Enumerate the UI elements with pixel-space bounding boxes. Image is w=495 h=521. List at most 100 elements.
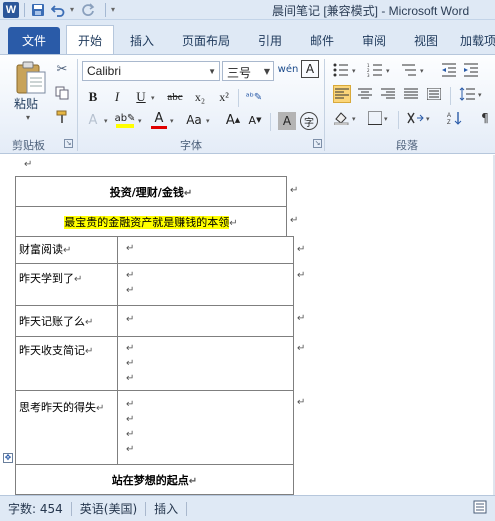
borders-dropdown-icon[interactable]: ▾ bbox=[384, 115, 388, 123]
chevron-down-icon: ▼ bbox=[263, 67, 270, 76]
borders-icon[interactable] bbox=[366, 109, 384, 127]
enclose-characters-button[interactable]: 字 bbox=[300, 112, 318, 130]
format-painter-icon[interactable] bbox=[54, 109, 70, 125]
document-area[interactable]: ↵ 投资/理财/金钱↵ 最宝贵的金融资产就是赚钱的本领↵ ↵ ↵ 财富阅读↵ ↵… bbox=[0, 155, 495, 495]
header-cell[interactable]: 投资/理财/金钱↵ bbox=[15, 176, 287, 207]
underline-dropdown-icon[interactable]: ▾ bbox=[151, 94, 155, 102]
row-content-cell[interactable]: ↵ bbox=[117, 236, 294, 264]
multilevel-dropdown-icon[interactable]: ▾ bbox=[420, 67, 424, 75]
insert-mode-indicator[interactable]: 插入 bbox=[146, 501, 186, 517]
subscript-button[interactable]: x₂ bbox=[190, 88, 210, 106]
clipboard-group-label: 剪贴板 bbox=[12, 139, 45, 152]
change-case-dropdown-icon[interactable]: ▾ bbox=[206, 117, 210, 125]
shading-dropdown-icon[interactable]: ▾ bbox=[352, 115, 356, 123]
justify-icon[interactable] bbox=[402, 85, 420, 103]
font-launcher-icon[interactable]: ↘ bbox=[313, 139, 322, 148]
clipboard-launcher-icon[interactable]: ↘ bbox=[64, 139, 73, 148]
grow-font-button[interactable]: A ▲ bbox=[224, 111, 242, 129]
paragraph-mark: ↵ bbox=[126, 414, 135, 425]
align-center-icon[interactable] bbox=[356, 85, 374, 103]
copy-icon[interactable] bbox=[54, 85, 70, 101]
footer-cell[interactable]: 站在梦想的起点↵ bbox=[15, 464, 294, 495]
highlight-dropdown-icon[interactable]: ▾ bbox=[138, 117, 142, 125]
tab-addins[interactable]: 加载项 bbox=[458, 28, 495, 52]
phonetic-guide-button[interactable]: wén bbox=[278, 60, 299, 78]
svg-text:3: 3 bbox=[367, 73, 370, 77]
row-label-cell[interactable]: 昨天记账了么↵ bbox=[15, 305, 118, 337]
align-left-icon[interactable] bbox=[333, 85, 351, 103]
row-content-cell[interactable]: ↵ bbox=[117, 305, 294, 337]
paragraph-mark: ↵ bbox=[85, 317, 94, 328]
superscript-button[interactable]: x² bbox=[214, 88, 234, 106]
strikethrough-button[interactable]: abc bbox=[164, 88, 186, 106]
paste-button[interactable]: 粘贴 bbox=[14, 95, 38, 112]
row-content-cell[interactable]: ↵ ↵ bbox=[117, 263, 294, 306]
bold-button[interactable]: B bbox=[86, 88, 100, 106]
font-size-select[interactable]: 三号 ▼ bbox=[222, 61, 274, 81]
numbering-dropdown-icon[interactable]: ▾ bbox=[386, 67, 390, 75]
numbering-icon[interactable]: 123 bbox=[366, 61, 384, 79]
view-print-layout-icon[interactable] bbox=[473, 500, 487, 517]
title-bar: W ▾ ▾ 晨间笔记 [兼容模式] - Microsoft Word bbox=[0, 0, 495, 20]
increase-indent-icon[interactable] bbox=[462, 61, 480, 79]
text-effects-dropdown-icon[interactable]: ▾ bbox=[104, 117, 108, 125]
bullets-dropdown-icon[interactable]: ▾ bbox=[352, 67, 356, 75]
character-border-button[interactable]: A bbox=[301, 60, 319, 78]
text-effects-button[interactable]: A bbox=[84, 111, 102, 129]
align-right-icon[interactable] bbox=[379, 85, 397, 103]
chinese-layout-icon[interactable] bbox=[406, 109, 424, 127]
row-label-cell[interactable]: 财富阅读↵ bbox=[15, 236, 118, 264]
underline-button[interactable]: U bbox=[134, 88, 148, 106]
word-count[interactable]: 字数: 454 bbox=[0, 501, 71, 517]
line-spacing-dropdown-icon[interactable]: ▾ bbox=[478, 91, 482, 99]
distributed-icon[interactable] bbox=[425, 85, 443, 103]
shading-icon[interactable] bbox=[333, 109, 351, 127]
row-label-cell[interactable]: 昨天收支简记↵ bbox=[15, 336, 118, 391]
customize-icon[interactable]: ▾ bbox=[111, 5, 115, 14]
tab-view[interactable]: 视图 bbox=[406, 28, 446, 52]
tab-mailings[interactable]: 邮件 bbox=[302, 28, 342, 52]
paste-icon[interactable] bbox=[14, 59, 48, 95]
paragraph-mark: ↵ bbox=[126, 429, 135, 440]
font-color-dropdown-icon[interactable]: ▾ bbox=[170, 117, 174, 125]
character-shading-button[interactable]: A bbox=[278, 112, 296, 130]
undo-icon[interactable] bbox=[50, 2, 66, 18]
undo-dropdown-icon[interactable]: ▾ bbox=[70, 5, 74, 14]
shrink-font-button[interactable]: A ▼ bbox=[246, 111, 264, 129]
sort-icon[interactable]: AZ bbox=[446, 109, 464, 127]
bullets-icon[interactable] bbox=[332, 61, 350, 79]
paste-dropdown-icon[interactable]: ▾ bbox=[26, 113, 30, 122]
clear-formatting-button[interactable]: ᵃᵇ✎ bbox=[244, 88, 264, 106]
table-move-handle-icon[interactable]: ✥ bbox=[3, 453, 13, 463]
font-color-button[interactable]: A bbox=[150, 111, 168, 129]
tab-page-layout[interactable]: 页面布局 bbox=[176, 28, 236, 52]
tab-references[interactable]: 引用 bbox=[250, 28, 290, 52]
language-indicator[interactable]: 英语(美国) bbox=[72, 501, 145, 517]
row-label-cell[interactable]: 昨天学到了↵ bbox=[15, 263, 118, 306]
redo-icon[interactable] bbox=[80, 2, 96, 18]
line-spacing-icon[interactable] bbox=[458, 85, 476, 103]
highlight-button[interactable]: ab✎ bbox=[114, 111, 136, 129]
change-case-button[interactable]: Aa bbox=[182, 111, 206, 129]
word-logo-icon[interactable]: W bbox=[3, 1, 19, 18]
cut-icon[interactable]: ✂ bbox=[54, 61, 70, 77]
tab-insert[interactable]: 插入 bbox=[122, 28, 162, 52]
tab-file[interactable]: 文件 bbox=[8, 27, 60, 54]
font-name-select[interactable]: Calibri ▼ bbox=[82, 61, 220, 81]
show-marks-icon[interactable]: ¶ bbox=[476, 109, 494, 127]
row-label-cell[interactable]: 思考昨天的得失↵ bbox=[15, 390, 118, 465]
multilevel-list-icon[interactable] bbox=[400, 61, 418, 79]
italic-button[interactable]: I bbox=[110, 88, 124, 106]
decrease-indent-icon[interactable] bbox=[440, 61, 458, 79]
motto-cell[interactable]: 最宝贵的金融资产就是赚钱的本领↵ bbox=[15, 206, 287, 237]
row-content-cell[interactable]: ↵ ↵ ↵ ↵ bbox=[117, 390, 294, 465]
save-icon[interactable] bbox=[30, 2, 46, 18]
tab-review[interactable]: 审阅 bbox=[354, 28, 394, 52]
header-table: 投资/理财/金钱↵ 最宝贵的金融资产就是赚钱的本领↵ bbox=[15, 176, 287, 237]
row-content-cell[interactable]: ↵ ↵ ↵ bbox=[117, 336, 294, 391]
chinese-layout-dropdown-icon[interactable]: ▾ bbox=[426, 115, 430, 123]
row-end-mark: ↵ bbox=[297, 313, 306, 324]
row-label: 昨天学到了 bbox=[19, 272, 74, 285]
paragraph-mark: ↵ bbox=[85, 346, 94, 357]
tab-home[interactable]: 开始 bbox=[66, 25, 114, 55]
